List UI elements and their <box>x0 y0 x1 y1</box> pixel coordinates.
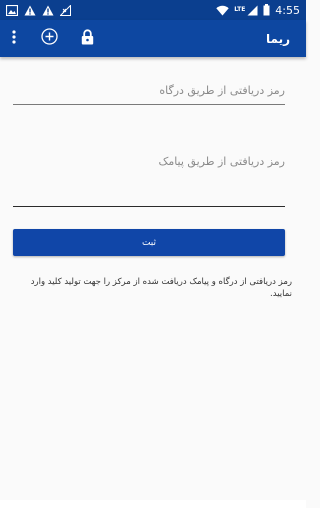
more-vert-icon <box>12 29 16 48</box>
status-right-icons: LTE 4:55 <box>216 4 300 17</box>
sms-code-placeholder: رمز دریافتی از طریق پیامک <box>158 155 285 168</box>
add-button[interactable] <box>38 20 60 57</box>
gateway-code-input[interactable]: رمز دریافتی از طریق درگاه <box>13 84 285 105</box>
status-bar: LTE 4:55 <box>0 0 306 20</box>
bottom-strip <box>0 500 306 508</box>
gallery-icon <box>6 4 18 16</box>
clock: 4:55 <box>275 3 300 17</box>
submit-button[interactable]: ثبت <box>13 229 285 256</box>
battery-icon <box>263 4 270 16</box>
sms-code-input[interactable]: رمز دریافتی از طریق پیامک <box>13 155 285 207</box>
network-type: LTE <box>234 5 246 13</box>
app-bar: ریما <box>0 20 306 57</box>
warning-icon <box>42 5 54 16</box>
app-title: ریما <box>266 31 290 46</box>
gateway-code-placeholder: رمز دریافتی از طریق درگاه <box>159 84 285 97</box>
lock-button[interactable] <box>77 20 97 57</box>
status-left-icons <box>6 4 71 16</box>
lock-icon <box>81 28 94 49</box>
overflow-menu-button[interactable] <box>4 20 24 57</box>
signal-off-icon <box>60 4 71 16</box>
submit-button-label: ثبت <box>141 237 157 248</box>
cell-signal-icon <box>247 5 258 16</box>
info-text: رمز دریافتی از درگاه و پیامک دریافت شده … <box>30 277 292 299</box>
add-circle-icon <box>40 28 58 49</box>
warning-icon <box>24 5 36 16</box>
wifi-icon <box>216 5 229 16</box>
